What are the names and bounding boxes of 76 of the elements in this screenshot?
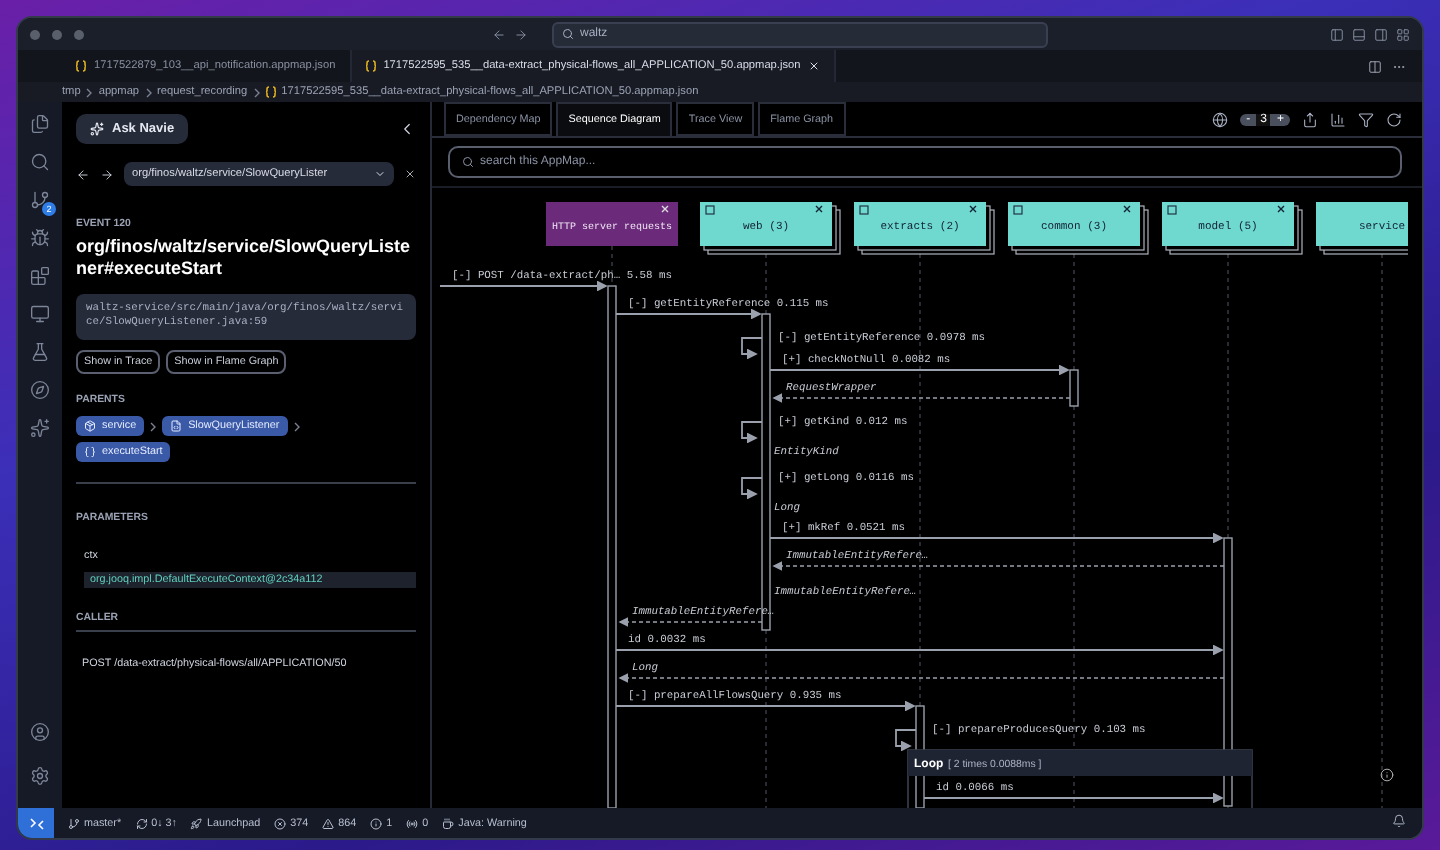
sparkles-icon[interactable] — [30, 418, 50, 438]
window-control[interactable] — [30, 29, 40, 39]
request-box[interactable] — [546, 202, 678, 246]
remote-button[interactable] — [18, 808, 54, 838]
search-icon — [462, 156, 474, 168]
chevron-icon — [253, 87, 260, 97]
self-call-arrow — [741, 337, 763, 360]
split-editor-icon[interactable] — [1368, 59, 1382, 73]
package-box[interactable] — [1162, 202, 1303, 255]
file-icon — [170, 420, 183, 433]
bell-icon[interactable] — [1392, 814, 1406, 828]
compass-icon[interactable] — [30, 380, 50, 400]
filter-icon[interactable] — [1358, 111, 1374, 127]
extensions-icon[interactable] — [30, 266, 50, 286]
cup-icon — [442, 817, 455, 829]
event-title: org/finos/waltz/service/SlowQueryListener#executeStart — [76, 236, 413, 281]
self-call-arrow — [741, 421, 763, 444]
flask-icon[interactable] — [30, 342, 50, 362]
expand-icon[interactable] — [1167, 205, 1177, 215]
close-icon[interactable] — [1123, 205, 1131, 213]
forward-icon[interactable] — [514, 27, 528, 41]
package-box[interactable] — [1008, 202, 1149, 255]
rocket-icon — [190, 817, 203, 829]
reload-icon[interactable] — [1386, 111, 1402, 127]
files-icon[interactable] — [30, 114, 50, 134]
forward-icon[interactable] — [100, 167, 114, 181]
layout-icon[interactable] — [1396, 27, 1410, 41]
search-icon — [562, 28, 574, 40]
self-call-arrow — [741, 477, 763, 500]
sidebar-toggle-icon[interactable] — [1330, 27, 1344, 41]
chevron-icon — [150, 421, 157, 432]
bar-chart-icon[interactable] — [1330, 111, 1346, 127]
package-box[interactable] — [854, 202, 995, 255]
monitor-icon[interactable] — [30, 304, 50, 324]
info-icon — [370, 817, 383, 829]
globe-icon[interactable] — [1212, 111, 1229, 127]
package-box[interactable] — [1316, 202, 1408, 255]
share-icon[interactable] — [1302, 111, 1318, 127]
chevron-icon — [86, 87, 93, 97]
sidebar-toggle-icon[interactable] — [1374, 27, 1388, 41]
braces-icon — [84, 446, 96, 459]
close-icon[interactable] — [1277, 205, 1285, 213]
sparkles-icon — [90, 122, 104, 136]
package-icon — [84, 420, 96, 433]
info-icon[interactable] — [1380, 768, 1394, 782]
sync-icon — [135, 817, 148, 829]
antenna-icon — [406, 817, 419, 829]
expand-icon[interactable] — [1013, 205, 1023, 215]
chevron-icon — [293, 421, 300, 432]
warning-icon — [322, 817, 335, 829]
branch-icon — [68, 817, 80, 829]
bug-icon[interactable] — [30, 228, 50, 248]
branch-icon[interactable] — [30, 190, 50, 210]
chevron-down-icon — [374, 168, 386, 180]
window-control[interactable] — [52, 29, 62, 39]
braces-icon — [365, 60, 376, 72]
error-icon — [274, 817, 287, 829]
braces-icon — [265, 86, 276, 98]
settings-icon[interactable] — [30, 766, 50, 786]
braces-icon — [76, 60, 86, 72]
collapse-icon[interactable] — [398, 120, 416, 138]
search-icon[interactable] — [30, 152, 50, 172]
package-box[interactable] — [700, 202, 841, 255]
chevron-icon — [145, 87, 152, 97]
activation-bar — [1069, 369, 1079, 407]
expand-icon[interactable] — [705, 205, 715, 215]
back-icon[interactable] — [76, 167, 90, 181]
window-control[interactable] — [74, 29, 84, 39]
expand-icon[interactable] — [859, 205, 869, 215]
account-icon[interactable] — [30, 722, 50, 742]
self-call-arrow — [895, 729, 917, 752]
back-icon[interactable] — [492, 27, 506, 41]
close-icon[interactable] — [969, 205, 977, 213]
remote-icon — [29, 817, 43, 829]
close-icon[interactable] — [815, 205, 823, 213]
panel-toggle-icon[interactable] — [1352, 27, 1366, 41]
